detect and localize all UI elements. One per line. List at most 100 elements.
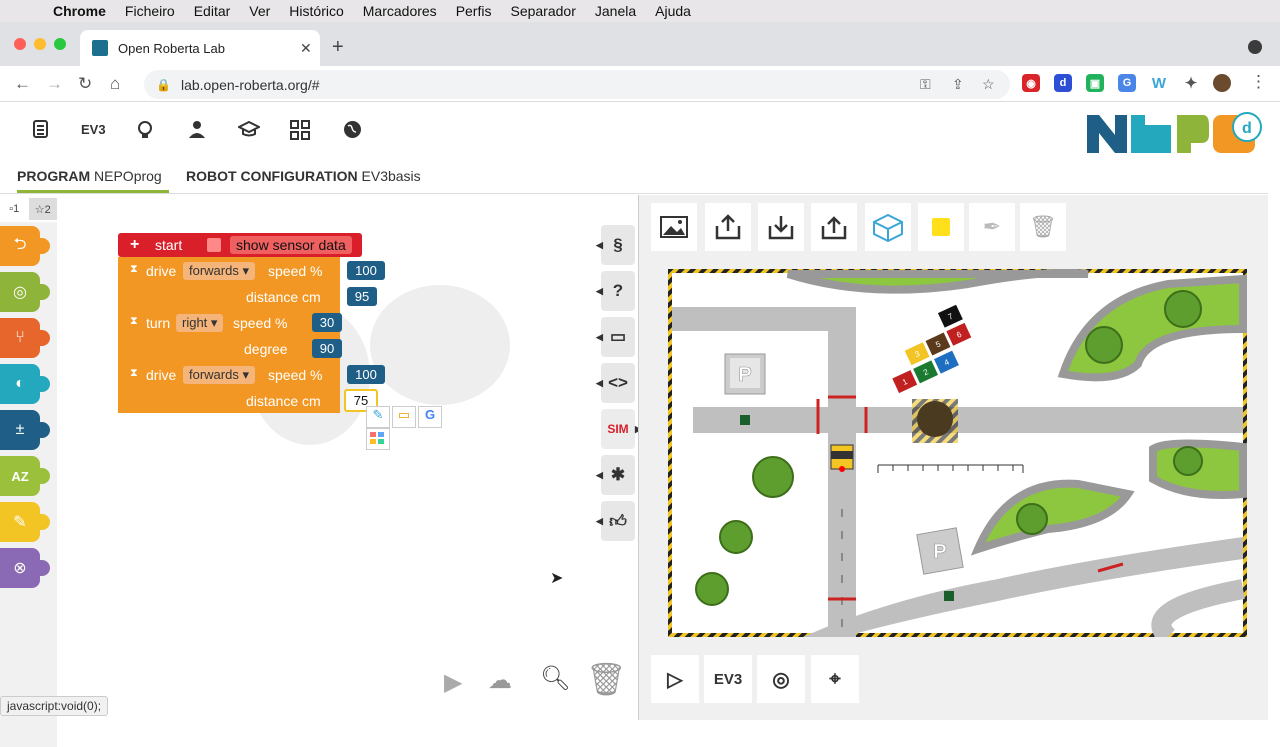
gallery-icon[interactable] <box>290 120 310 145</box>
sim-import-button[interactable] <box>758 203 804 251</box>
category-logic[interactable]: ◐ <box>0 364 50 404</box>
turn-block[interactable]: ⧗ turn right ▾ speed % degree <box>118 309 340 361</box>
direction-dropdown[interactable]: forwards ▾ <box>183 366 255 384</box>
extension-w-icon[interactable]: W <box>1150 74 1168 92</box>
code-view-button[interactable]: § ◀ <box>596 225 635 265</box>
level-expert[interactable]: ☆2 <box>28 198 57 220</box>
drive-block-2[interactable]: ⧗ drive forwards ▾ speed % distance cm <box>118 361 340 413</box>
extensions-puzzle-icon[interactable]: ✦ <box>1182 74 1200 92</box>
start-block[interactable]: + start show sensor data <box>118 233 362 257</box>
feedback-button[interactable]: 👍︎ ◀ <box>596 501 635 541</box>
sim-image-button[interactable] <box>651 203 697 251</box>
tab-program[interactable]: PROGRAM NEPOprog <box>17 168 169 193</box>
menu-item-ver[interactable]: Ver <box>249 3 270 19</box>
browser-tab[interactable]: Open Roberta Lab ✕ <box>80 30 320 66</box>
menu-item-ficheiro[interactable]: Ficheiro <box>125 3 175 19</box>
translate-icon[interactable]: G <box>1118 74 1136 92</box>
extension-popup: ✎ ▭ G <box>366 406 446 450</box>
sim-upload-button[interactable] <box>811 203 857 251</box>
chrome-menu-icon[interactable]: ⋮ <box>1250 72 1267 92</box>
home-icon[interactable]: ⌂ <box>110 74 120 94</box>
close-tab-icon[interactable]: ✕ <box>300 40 320 57</box>
tab-search-icon[interactable] <box>1248 40 1262 54</box>
comment-icon[interactable]: ▭ <box>392 406 416 428</box>
menu-item-editar[interactable]: Editar <box>194 3 231 19</box>
address-bar[interactable]: 🔒 lab.open-roberta.org/# ⚿ ⇪ ☆ <box>144 70 1010 99</box>
sim-delete-button[interactable]: 🗑︎ <box>1020 203 1066 251</box>
sim-button[interactable]: SIM▶ <box>601 409 642 449</box>
speed-label: speed % <box>268 367 323 383</box>
minimize-window-button[interactable] <box>34 38 46 50</box>
turn-speed-value[interactable]: 30 <box>312 313 342 332</box>
tab-robot-configuration[interactable]: ROBOT CONFIGURATION EV3basis <box>186 168 421 190</box>
reload-icon[interactable]: ↻ <box>78 74 92 94</box>
debug-bug-button[interactable]: ✱ ◀ <box>596 455 635 495</box>
direction-dropdown[interactable]: forwards ▾ <box>183 262 255 280</box>
cloud-upload-icon[interactable]: ☁ <box>488 666 512 695</box>
extension-d-icon[interactable]: d <box>1054 74 1072 92</box>
sim-eyedropper-button[interactable]: ✒ <box>969 203 1015 251</box>
sim-robot-button[interactable]: EV3 <box>704 655 752 703</box>
maximize-window-button[interactable] <box>54 38 66 50</box>
lock-icon[interactable]: 🔒 <box>156 78 171 92</box>
sensor-checkbox[interactable] <box>207 238 221 252</box>
help-button[interactable]: ? ◀ <box>596 271 635 311</box>
sim-export-button[interactable] <box>705 203 751 251</box>
ev3-robot-label[interactable]: EV3 <box>81 122 106 137</box>
source-code-button[interactable]: <> ◀ <box>596 363 635 403</box>
google-icon[interactable]: G <box>418 406 442 428</box>
level-beginner[interactable]: ▫1 <box>0 198 29 220</box>
lightbulb-icon[interactable] <box>136 120 154 145</box>
graduation-icon[interactable] <box>236 120 262 143</box>
menu-item-separador[interactable]: Separador <box>510 3 575 19</box>
trash-icon[interactable]: 🗑︎ <box>586 660 627 698</box>
drive-block-1[interactable]: ⧗ drive forwards ▾ speed % distance cm <box>118 257 340 309</box>
menu-item-perfis[interactable]: Perfis <box>456 3 492 19</box>
apps-grid-icon[interactable] <box>366 428 390 450</box>
degree-value[interactable]: 90 <box>312 339 342 358</box>
run-icon[interactable]: ▶ <box>444 668 462 697</box>
share-icon[interactable]: ⇪ <box>952 76 964 93</box>
profile-avatar[interactable] <box>1213 74 1231 92</box>
menu-item-historico[interactable]: Histórico <box>289 3 343 19</box>
sim-location-button[interactable]: ⌖ <box>811 655 859 703</box>
simulation-canvas[interactable]: P P 1 2 3 4 5 6 7 <box>668 269 1247 637</box>
category-control[interactable]: ⑂ <box>0 318 50 358</box>
menu-app[interactable]: Chrome <box>53 3 106 19</box>
menu-item-janela[interactable]: Janela <box>595 3 636 19</box>
sim-3d-box-button[interactable] <box>865 203 911 251</box>
start-add-icon[interactable]: + <box>130 236 139 254</box>
info-button[interactable]: ▭ ◀ <box>596 317 635 357</box>
sim-play-button[interactable]: ▷ <box>651 655 699 703</box>
back-icon[interactable]: ← <box>14 74 31 94</box>
user-icon[interactable] <box>188 120 206 143</box>
menu-item-marcadores[interactable]: Marcadores <box>363 3 437 19</box>
bookmark-star-icon[interactable]: ☆ <box>982 76 995 93</box>
new-tab-icon[interactable]: + <box>332 36 344 59</box>
extension-red-icon[interactable]: ◉ <box>1022 74 1040 92</box>
category-action[interactable]: ⮌ <box>0 226 50 266</box>
speed-value[interactable]: 100 <box>347 261 385 280</box>
edit-pencil-icon[interactable]: ✎ <box>366 406 390 428</box>
tab-config-label: ROBOT CONFIGURATION <box>186 168 358 184</box>
mouse-cursor-icon: ➤ <box>550 570 564 587</box>
category-sensors[interactable]: ◎ <box>0 272 50 312</box>
category-text[interactable]: AZ <box>0 456 50 496</box>
category-math[interactable]: ± <box>0 410 50 450</box>
menu-icon[interactable] <box>32 120 50 143</box>
extension-green-icon[interactable]: ▣ <box>1086 74 1104 92</box>
close-window-button[interactable] <box>14 38 26 50</box>
category-colour[interactable]: ✎ <box>0 502 50 542</box>
sim-color-button[interactable] <box>918 203 964 251</box>
category-variables[interactable]: ⊗ <box>0 548 50 588</box>
zoom-icon[interactable]: 🔍︎ <box>540 664 570 693</box>
speed-value[interactable]: 100 <box>347 365 385 384</box>
turn-direction-dropdown[interactable]: right ▾ <box>176 314 224 332</box>
globe-icon[interactable] <box>343 120 362 144</box>
menu-item-ajuda[interactable]: Ajuda <box>655 3 691 19</box>
forward-icon[interactable]: → <box>46 74 63 94</box>
sim-sensor-button[interactable]: ◎ <box>757 655 805 703</box>
svg-text:d: d <box>1242 120 1252 137</box>
distance-value[interactable]: 95 <box>347 287 377 306</box>
key-icon[interactable]: ⚿ <box>920 76 931 93</box>
